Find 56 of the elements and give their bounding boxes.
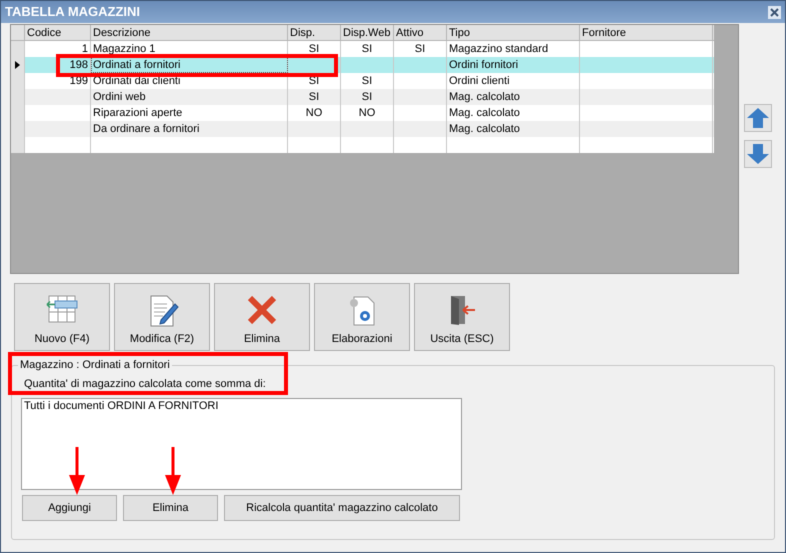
column-header[interactable]: Attivo — [394, 25, 447, 40]
toolbar-button[interactable]: Elaborazioni — [314, 283, 410, 351]
window-title: TABELLA MAGAZZINI — [5, 3, 140, 22]
action-button[interactable]: Ricalcola quantita' magazzino calcolato — [224, 495, 460, 521]
column-header[interactable]: Tipo — [447, 25, 580, 40]
caption: Quantita' di magazzino calcolata come somma di: — [24, 377, 266, 391]
table-row[interactable]: Riparazioni aperte NO NO Mag. calcolato — [11, 105, 714, 121]
table-cell-text: NO — [306, 106, 322, 121]
toolbar-button[interactable]: Uscita (ESC) — [414, 283, 510, 351]
table-cell-text: SI — [308, 90, 320, 105]
table-row[interactable]: Da ordinare a fornitori Mag. calcolato — [11, 121, 714, 137]
group-title: Magazzino : Ordinati a fornitori — [18, 358, 172, 372]
table-cell-text: Riparazioni aperte — [93, 106, 182, 121]
action-button[interactable]: Aggiungi — [22, 495, 117, 521]
table-cell-text: SI — [414, 42, 426, 57]
table-row[interactable]: Ordini web SI SI Mag. calcolato — [11, 89, 714, 105]
close-icon — [770, 8, 779, 16]
arrow-drawing — [68, 447, 86, 495]
toolbar-button[interactable]: Nuovo (F4) — [14, 283, 110, 351]
table-cell-text: Mag. calcolato — [449, 106, 520, 121]
table-cell-text: SI — [308, 42, 320, 57]
action-button[interactable]: Elimina — [123, 495, 218, 521]
table-cell-text: Magazzino 1 — [93, 42, 156, 57]
column-header[interactable]: Fornitore — [580, 25, 713, 40]
table-row[interactable]: 198 Ordinati a fornitori Ordini fornitori — [11, 57, 714, 73]
column-header[interactable]: Codice — [25, 25, 91, 40]
table-cell-text: NO — [358, 106, 376, 121]
column-header[interactable]: Descrizione — [91, 25, 288, 40]
cross-icon — [246, 294, 278, 326]
table-cell-text: Ordinati a fornitori — [93, 58, 180, 73]
table-cell-text: Ordini web — [93, 90, 146, 105]
table-cell-text: SI — [362, 90, 372, 105]
toolbar-button[interactable]: Elimina — [214, 283, 310, 351]
table-cell-text: Magazzino standard — [449, 42, 548, 57]
table-cell-text: SI — [362, 74, 372, 89]
arrow-down-icon — [747, 144, 769, 164]
table-cell-text: Mag. calcolato — [449, 122, 520, 137]
column-header[interactable]: Disp. — [288, 25, 341, 40]
row-pointer-icon — [15, 61, 20, 69]
table-cell-text: Ordini clienti — [449, 74, 510, 89]
column-header[interactable]: Disp.Web — [341, 25, 394, 40]
toolbar-button[interactable]: Modifica (F2) — [114, 283, 210, 351]
move-down-button[interactable] — [744, 140, 772, 168]
table-add-icon — [45, 294, 79, 324]
table-cell-text: 198 — [70, 58, 88, 73]
table-cell-text: Mag. calcolato — [449, 90, 520, 105]
table-cell-text: Da ordinare a fornitori — [93, 122, 200, 137]
move-up-button[interactable] — [744, 104, 772, 132]
arrow-up-icon — [747, 108, 769, 128]
table-row[interactable]: 1 Magazzino 1 SI SI SI Magazzino standard — [11, 41, 714, 57]
table-cell-text: 1 — [82, 42, 88, 57]
arrow-drawing — [164, 447, 182, 495]
list-item[interactable]: Tutti i documenti ORDINI A FORNITORI — [24, 399, 218, 414]
close-button[interactable] — [768, 6, 781, 18]
table-cell-text: Ordini fornitori — [449, 58, 518, 73]
table-cell-text: SI — [362, 42, 372, 57]
